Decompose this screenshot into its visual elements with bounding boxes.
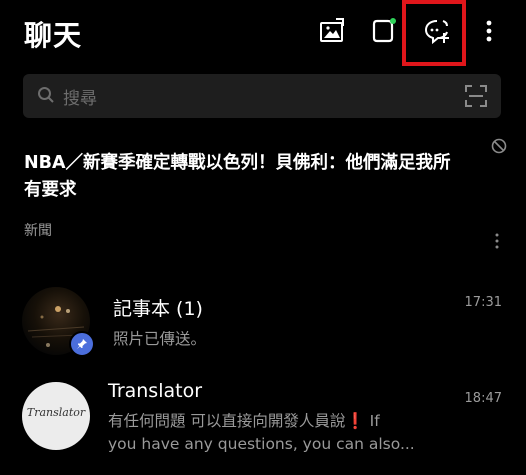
message-line2: you have any questions, you can also...	[108, 435, 415, 453]
chat-name: 記事本 (1)	[113, 298, 203, 320]
chat-row-translator[interactable]: Translator Translator 有任何問題 可以直接向開發人員說❗ …	[0, 373, 526, 459]
search-icon	[38, 87, 54, 103]
news-more-icon[interactable]	[494, 232, 500, 250]
chat-row-notes[interactable]: 記事本 (1) 照片已傳送。 17:31	[0, 283, 526, 369]
news-tag: 新聞	[24, 223, 52, 239]
avatar: Translator	[22, 382, 90, 450]
chat-last-message: 照片已傳送。	[113, 330, 207, 348]
message-line1: 有任何問題 可以直接向開發人員說	[108, 412, 346, 430]
pin-icon	[77, 339, 87, 349]
album-icon[interactable]	[315, 14, 349, 48]
app-header: 聊天	[0, 0, 526, 66]
chat-time: 18:47	[464, 391, 502, 406]
news-title[interactable]: NBA／新賽季確定轉戰以色列！貝佛利：他們滿足我所有要求	[24, 150, 464, 204]
message-line1-end: If	[364, 412, 380, 430]
chat-name: Translator	[108, 380, 203, 402]
ban-icon[interactable]	[491, 138, 507, 154]
chat-last-message: 有任何問題 可以直接向開發人員說❗ If you have any questi…	[108, 410, 428, 456]
chat-time: 17:31	[464, 295, 502, 310]
keep-icon[interactable]	[366, 14, 400, 48]
pin-badge	[69, 331, 95, 357]
news-card[interactable]: NBA／新賽季確定轉戰以色列！貝佛利：他們滿足我所有要求	[24, 150, 464, 204]
new-chat-highlight-box	[402, 0, 466, 66]
qr-scan-icon[interactable]	[465, 85, 487, 107]
more-vert-icon[interactable]	[472, 14, 506, 48]
search-placeholder: 搜尋	[63, 89, 97, 109]
search-bar[interactable]: 搜尋	[23, 74, 501, 118]
exclamation-icon: ❗	[345, 412, 365, 430]
avatar-logo-text: Translator	[26, 406, 86, 419]
page-title: 聊天	[24, 19, 83, 52]
